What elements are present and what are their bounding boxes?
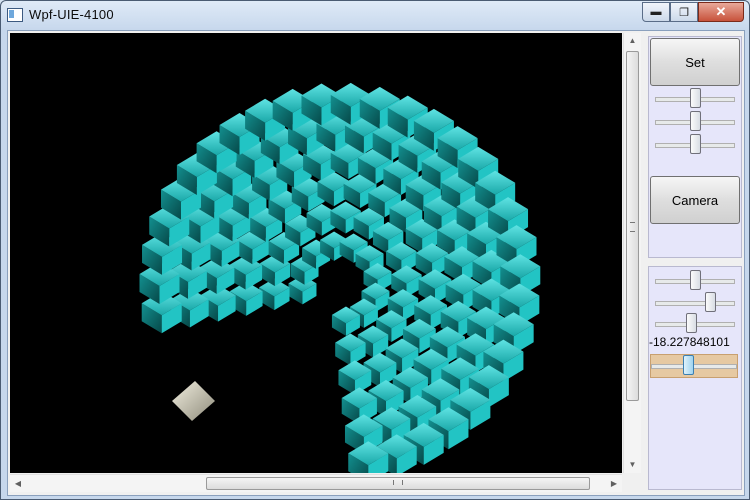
slider-top-1[interactable]	[655, 88, 735, 110]
slider-knob[interactable]	[690, 111, 701, 131]
window-title: Wpf-UIE-4100	[29, 7, 114, 22]
slider-bottom-1[interactable]	[655, 270, 735, 292]
slider-top-3[interactable]	[655, 134, 735, 156]
slider-bottom-selected[interactable]	[650, 354, 738, 378]
slider-value-readout: -18.227848101	[649, 335, 730, 349]
grip-icon	[630, 222, 635, 232]
3d-viewport[interactable]	[10, 33, 622, 473]
set-button[interactable]: Set	[650, 38, 740, 86]
scroll-right-icon[interactable]: ▶	[606, 475, 622, 492]
scroll-up-icon[interactable]: ▲	[624, 33, 641, 49]
vertical-scroll-thumb[interactable]	[626, 51, 639, 401]
slider-top-2[interactable]	[655, 111, 735, 133]
slider-knob[interactable]	[690, 270, 701, 290]
app-icon	[7, 8, 23, 22]
3d-scene	[139, 82, 541, 473]
horizontal-scroll-thumb[interactable]	[206, 477, 590, 490]
camera-button[interactable]: Camera	[650, 176, 740, 224]
scroll-down-icon[interactable]: ▼	[624, 457, 641, 473]
slider-knob[interactable]	[686, 313, 697, 333]
grip-icon	[393, 480, 403, 485]
slider-knob[interactable]	[690, 88, 701, 108]
maximize-button[interactable]: ❐	[670, 2, 698, 22]
slider-knob[interactable]	[705, 292, 716, 312]
control-panel-bottom: -18.227848101	[648, 266, 742, 490]
scrollbar-corner	[623, 474, 640, 491]
app-window: Wpf-UIE-4100 ▬ ❐ ✕ ▲ ▼ ◀ ▶ Set Camera -1…	[0, 0, 750, 500]
control-panel-top: Set Camera	[648, 36, 742, 258]
minimize-button[interactable]: ▬	[642, 2, 670, 22]
scroll-left-icon[interactable]: ◀	[10, 475, 26, 492]
vertical-scrollbar[interactable]: ▲ ▼	[623, 33, 641, 473]
close-button[interactable]: ✕	[698, 2, 744, 22]
camera-marker	[172, 381, 215, 421]
slider-knob[interactable]	[683, 355, 694, 375]
slider-knob[interactable]	[690, 134, 701, 154]
caption-buttons: ▬ ❐ ✕	[642, 2, 744, 22]
client-area: ▲ ▼ ◀ ▶ Set Camera -18.227848101	[7, 30, 745, 496]
title-bar[interactable]: Wpf-UIE-4100 ▬ ❐ ✕	[1, 1, 749, 29]
horizontal-scrollbar[interactable]: ◀ ▶	[10, 474, 622, 492]
slider-bottom-3[interactable]	[655, 313, 735, 335]
slider-bottom-2[interactable]	[655, 292, 735, 314]
